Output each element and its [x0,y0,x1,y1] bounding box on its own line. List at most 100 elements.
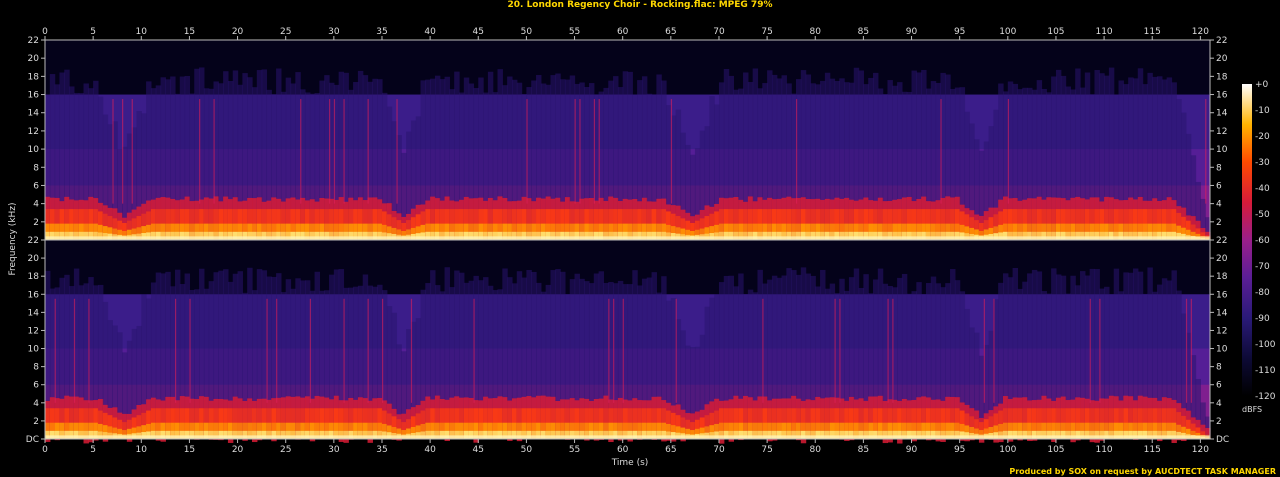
y-axis-label: Frequency (kHz) [8,202,18,276]
x-tick-label: 25 [280,445,291,455]
x-tick-label: 45 [473,445,484,455]
y-tick-label: 4 [33,399,39,409]
y-tick-label: 22 [1216,36,1227,46]
y-tick-label: 4 [1216,399,1222,409]
colorbar-tick-label: -20 [1255,132,1270,142]
x-tick-label: 110 [1095,27,1112,37]
y-tick-label: 20 [1216,54,1228,64]
spectrogram-panel-1 [44,39,1211,246]
colorbar-unit-label: dBFS [1242,405,1263,414]
x-tick-label: 120 [1192,445,1209,455]
y-tick-label: 12 [1216,326,1227,336]
x-tick-label: 75 [761,27,772,37]
x-tick-label: 75 [761,445,772,455]
y-tick-label: 10 [1216,145,1228,155]
colorbar-tick-label: -40 [1255,184,1270,194]
x-tick-label: 55 [569,445,580,455]
x-tick-label: 115 [1144,27,1161,37]
x-tick-label: 65 [665,27,676,37]
x-tick-label: 55 [569,27,580,37]
y-tick-label: 16 [1216,91,1228,101]
x-tick-label: 10 [136,445,148,455]
x-tick-label: 10 [136,27,148,37]
colorbar-tick-label: -90 [1255,314,1270,324]
y-tick-label: 12 [28,127,39,137]
x-tick-label: 70 [713,445,725,455]
colorbar-tick-label: -100 [1255,340,1276,350]
colorbar-tick-label: -10 [1255,106,1270,116]
colorbar-tick-label: -80 [1255,288,1270,298]
y-tick-label: 8 [1216,163,1222,173]
colorbar-tick-label: -50 [1255,210,1270,220]
y-tick-label: 22 [1216,236,1227,246]
y-tick-label: 14 [28,308,40,318]
y-tick-label: 4 [1216,200,1222,210]
x-tick-label: 35 [376,27,387,37]
x-tick-label: 90 [906,445,918,455]
y-tick-label: 18 [28,272,40,282]
x-tick-label: 65 [665,445,676,455]
x-tick-label: 0 [42,27,48,37]
x-tick-label: 95 [954,445,965,455]
x-tick-label: 90 [906,27,918,37]
x-tick-label: 30 [328,27,340,37]
x-tick-label: 5 [90,27,96,37]
x-tick-label: 5 [90,445,96,455]
y-tick-label: 20 [28,254,40,264]
y-tick-label: 18 [1216,72,1228,82]
y-tick-label: DC [26,435,39,445]
x-tick-label: 95 [954,27,965,37]
y-tick-label: 18 [28,72,40,82]
y-tick-label: 6 [33,181,39,191]
x-tick-label: 20 [232,27,244,37]
x-tick-label: 70 [713,27,725,37]
y-tick-label: 2 [1216,218,1222,228]
x-tick-label: 50 [521,27,533,37]
colorbar-tick-label: -110 [1255,366,1276,376]
x-tick-label: 100 [999,445,1016,455]
footer-credit: Produced by SOX on request by AUCDTECT T… [1009,467,1276,476]
y-tick-label: 20 [28,54,40,64]
spectrogram-chart: 2 24 46 68 810 1012 1214 1416 1618 1820 2022 22DC DC… [26,27,1276,455]
x-tick-label: 45 [473,27,484,37]
x-tick-label: 80 [810,27,822,37]
x-tick-label: 110 [1095,445,1112,455]
y-tick-label: 8 [33,363,39,373]
y-tick-label: 12 [28,326,39,336]
x-tick-label: 0 [42,445,48,455]
y-tick-label: 10 [28,345,40,355]
colorbar-tick-label: -70 [1255,262,1270,272]
y-tick-label: 14 [28,109,40,119]
y-tick-label: DC [1216,435,1229,445]
colorbar-tick-label: +0 [1255,80,1269,90]
x-tick-label: 35 [376,445,387,455]
x-tick-label: 105 [1047,27,1064,37]
y-tick-label: 2 [33,417,39,427]
y-tick-label: 18 [1216,272,1228,282]
colorbar-tick-label: -30 [1255,158,1270,168]
y-tick-label: 14 [1216,308,1228,318]
x-tick-label: 120 [1192,27,1209,37]
x-tick-label: 105 [1047,445,1064,455]
x-tick-label: 80 [810,445,822,455]
y-tick-label: 2 [33,218,39,228]
y-tick-label: 6 [33,381,39,391]
y-tick-label: 10 [1216,345,1228,355]
y-tick-label: 2 [1216,417,1222,427]
x-tick-label: 30 [328,445,340,455]
y-tick-label: 8 [33,163,39,173]
x-tick-label: 15 [184,27,195,37]
y-tick-label: 22 [28,36,39,46]
x-tick-label: 25 [280,27,291,37]
x-axis-label: Time (s) [611,458,649,468]
x-tick-label: 85 [858,445,869,455]
y-tick-label: 14 [1216,109,1228,119]
y-tick-label: 8 [1216,363,1222,373]
y-tick-label: 16 [28,290,40,300]
x-tick-label: 100 [999,27,1016,37]
x-tick-label: 15 [184,445,195,455]
x-tick-label: 40 [424,445,436,455]
x-tick-label: 40 [424,27,436,37]
y-tick-label: 22 [28,236,39,246]
y-tick-label: 16 [1216,290,1228,300]
